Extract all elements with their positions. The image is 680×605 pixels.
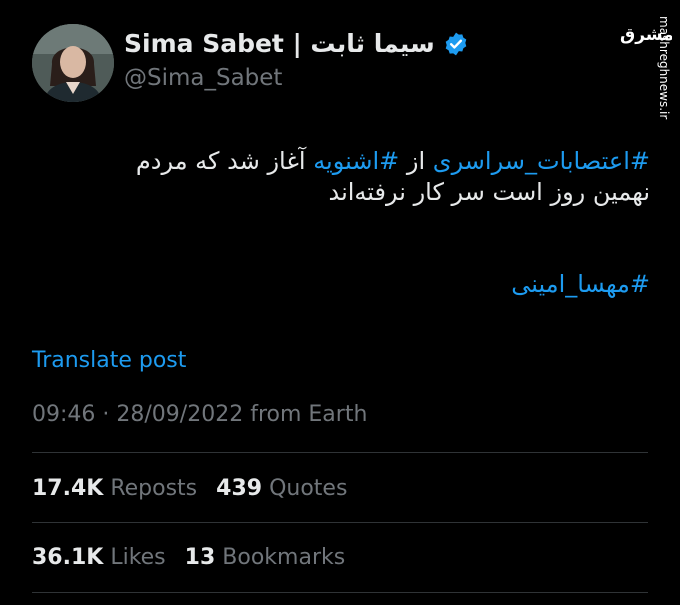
likes-stat[interactable]: 36.1K Likes xyxy=(32,545,166,570)
tweet-body: #اعتصابات_سراسری از #اشنویه آغاز شد که م… xyxy=(50,146,650,208)
divider xyxy=(32,452,648,453)
likes-label: Likes xyxy=(103,545,166,570)
tweet-line-2: نهمین روز است سر کار نرفته‌اند xyxy=(328,178,650,206)
hashtag-link[interactable]: #اشنویه xyxy=(313,147,399,175)
reposts-count: 17.4K xyxy=(32,476,104,501)
verified-badge-icon xyxy=(445,32,466,55)
reposts-stat[interactable]: 17.4K Reposts xyxy=(32,476,197,501)
tweet-line-3: #مهسا_امینی xyxy=(511,270,650,298)
bookmarks-count: 13 xyxy=(184,545,216,570)
likes-count: 36.1K xyxy=(32,545,104,570)
meta-separator: · xyxy=(95,402,117,427)
avatar-photo xyxy=(32,24,114,102)
quotes-stat[interactable]: 439 Quotes xyxy=(216,476,347,501)
bookmarks-stat[interactable]: 13 Bookmarks xyxy=(185,545,346,570)
stats-row-reposts: 17.4K Reposts 439 Quotes xyxy=(32,476,359,501)
hashtag-link[interactable]: #اعتصابات_سراسری xyxy=(433,147,650,175)
divider xyxy=(32,522,648,523)
tweet-line-1: #اعتصابات_سراسری از #اشنویه آغاز شد که م… xyxy=(50,146,650,177)
mashregh-logo: مشرق mashreghnews.ir xyxy=(620,16,674,119)
bookmarks-label: Bookmarks xyxy=(215,545,346,570)
quotes-count: 439 xyxy=(216,476,263,501)
tweet-text-fragment: آغاز شد که مردم xyxy=(135,147,314,175)
stats-row-likes: 36.1K Likes 13 Bookmarks xyxy=(32,545,357,570)
avatar[interactable] xyxy=(32,24,114,102)
translate-post-link[interactable]: Translate post xyxy=(32,348,186,373)
tweet-source: from Earth xyxy=(243,402,368,427)
tweet-time[interactable]: 09:46 xyxy=(32,402,95,427)
hashtag-link[interactable]: #مهسا_امینی xyxy=(511,270,650,298)
author-name[interactable]: Sima Sabet | سیما ثابت xyxy=(124,29,435,58)
author-name-row[interactable]: Sima Sabet | سیما ثابت xyxy=(124,29,469,58)
quotes-label: Quotes xyxy=(262,476,348,501)
reposts-label: Reposts xyxy=(103,476,198,501)
tweet-date[interactable]: 28/09/2022 xyxy=(116,402,243,427)
tweet-meta: 09:46 · 28/09/2022 from Earth xyxy=(32,402,367,427)
author-handle[interactable]: @Sima_Sabet xyxy=(124,65,282,91)
tweet-text-fragment: از xyxy=(399,147,433,175)
divider xyxy=(32,592,648,593)
watermark-site-text: mashreghnews.ir xyxy=(657,16,671,119)
watermark: مشرق mashreghnews.ir xyxy=(602,10,674,125)
